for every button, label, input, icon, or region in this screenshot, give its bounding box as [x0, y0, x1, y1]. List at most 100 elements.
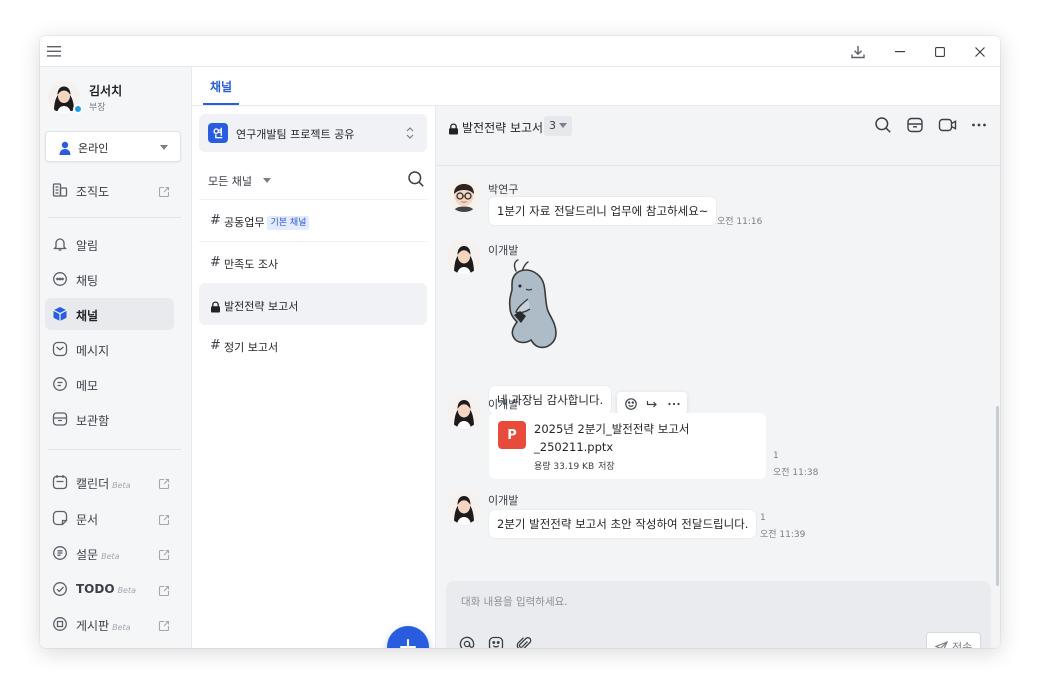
channel-name: 정기 보고서: [224, 341, 279, 354]
nav-label-calendar: 캘린더 Beta: [76, 475, 131, 492]
chat-bubble-icon: [52, 271, 68, 287]
channel-list-panel: 채널 연 연구개발팀 프로젝트 공유 모든 채널 # 공동업무 기본 채널 # 만…: [192, 67, 1000, 648]
more-options-icon[interactable]: [970, 116, 990, 136]
team-name: 연구개발팀 프로젝트 공유: [236, 128, 355, 141]
nav-item-alerts[interactable]: 알림: [45, 228, 174, 260]
survey-text: 설문: [76, 548, 99, 562]
cube-icon: [52, 306, 68, 322]
envelope-icon: [52, 341, 68, 357]
user-profile[interactable]: 김서치 부장: [46, 81, 186, 117]
title-bar: [40, 36, 1000, 67]
message-input-placeholder[interactable]: 대화 내용을 입력하세요.: [461, 594, 568, 609]
search-icon[interactable]: [407, 170, 425, 192]
lock-icon: [448, 120, 459, 139]
reply-arrow-icon[interactable]: [645, 396, 659, 410]
minimize-icon[interactable]: [890, 36, 910, 67]
avatar[interactable]: [447, 490, 481, 524]
attachment-paperclip-icon[interactable]: [516, 636, 532, 648]
beta-tag: Beta: [112, 623, 131, 632]
nav-item-todo[interactable]: TODO Beta: [45, 573, 174, 605]
nav-item-chat[interactable]: 채팅: [45, 263, 174, 295]
nav-label-board: 게시판 Beta: [76, 617, 131, 634]
external-link-icon: [158, 511, 171, 526]
todo-text: TODO: [76, 582, 115, 596]
tab-channel[interactable]: 채널: [203, 67, 241, 105]
nav-item-calendar[interactable]: 캘린더 Beta: [45, 466, 174, 498]
filter-dropdown[interactable]: 모든 채널: [208, 173, 252, 189]
channel-label: 공동업무 기본 채널: [224, 214, 310, 230]
avatar[interactable]: [447, 394, 481, 428]
chevron-down-icon: [559, 123, 567, 128]
member-count-button[interactable]: 3: [544, 116, 572, 136]
nav-label-todo: TODO Beta: [76, 582, 136, 596]
avatar[interactable]: [447, 240, 481, 274]
message-time: 오전 11:16: [717, 217, 763, 227]
channel-item-regular-report[interactable]: # 정기 보고서: [199, 325, 427, 367]
nav-item-memo[interactable]: 메모: [45, 368, 174, 400]
nav-item-board[interactable]: 게시판 Beta: [45, 608, 174, 640]
chat-panel: 발전전략 보고서 3 박연구 1분기 자료 전달드리니 업무에 참고하세요~ 오…: [435, 106, 1000, 648]
add-channel-button[interactable]: [387, 626, 429, 648]
channel-item-satisfaction-survey[interactable]: # 만족도 조사: [199, 241, 427, 283]
app-window: 김서치 부장 온라인 조직도 알림 채팅 채널 메시지 메모 보관함 캘린더 B…: [40, 36, 1000, 648]
chevron-down-icon[interactable]: [263, 178, 271, 183]
hamburger-menu-icon[interactable]: [46, 36, 62, 67]
unread-count: 1: [760, 513, 766, 523]
chat-header: 발전전략 보고서 3: [436, 106, 1000, 166]
file-meta: 용량 33.19 KB 저장: [534, 459, 615, 472]
memo-icon: [52, 376, 68, 392]
mention-icon[interactable]: [459, 636, 475, 648]
team-selector[interactable]: 연 연구개발팀 프로젝트 공유: [199, 114, 427, 152]
more-options-icon[interactable]: [667, 396, 681, 410]
status-label: 온라인: [78, 142, 109, 155]
bell-icon: [52, 236, 68, 252]
message-bubble[interactable]: 1분기 자료 전달드리니 업무에 참고하세요~: [489, 197, 717, 225]
close-icon[interactable]: [970, 36, 990, 67]
nav-item-message[interactable]: 메시지: [45, 333, 174, 365]
user-name: 김서치: [89, 84, 123, 98]
status-dropdown[interactable]: 온라인: [45, 131, 181, 162]
video-call-icon[interactable]: [938, 116, 958, 136]
nav-item-survey[interactable]: 설문 Beta: [45, 537, 174, 569]
document-icon: [52, 510, 68, 526]
hash-icon: #: [210, 213, 221, 228]
nav-label-message: 메시지: [76, 344, 110, 358]
nav-item-org-chart[interactable]: 조직도: [45, 174, 174, 206]
lock-icon: [210, 298, 221, 317]
up-down-chevron-icon: [406, 125, 414, 144]
nav-item-storage[interactable]: 보관함: [45, 403, 174, 435]
archive-icon[interactable]: [906, 116, 926, 136]
message-composer[interactable]: 대화 내용을 입력하세요. 전송: [446, 581, 991, 648]
chevron-down-icon: [160, 145, 168, 150]
save-file-link[interactable]: 저장: [598, 462, 615, 472]
nav-label-docs: 문서: [76, 513, 99, 527]
nav-item-channel[interactable]: 채널: [45, 298, 174, 330]
emoji-icon[interactable]: [488, 636, 504, 648]
channel-item-strategy-report[interactable]: 발전전략 보고서: [199, 283, 427, 325]
team-badge: 연: [208, 123, 228, 143]
nav-label-survey: 설문 Beta: [76, 546, 120, 563]
sender-name: 이개발: [488, 398, 519, 411]
download-icon[interactable]: [848, 36, 868, 67]
channel-name: 발전전략 보고서: [224, 300, 299, 313]
message-time: 오전 11:39: [760, 530, 806, 540]
scrollbar[interactable]: [996, 406, 999, 586]
whale-sticker-icon: [498, 259, 566, 357]
sender-name: 이개발: [488, 494, 519, 507]
left-sidebar: 김서치 부장 온라인 조직도 알림 채팅 채널 메시지 메모 보관함 캘린더 B…: [40, 67, 192, 648]
channel-item-common-work[interactable]: # 공동업무 기본 채널: [199, 199, 427, 241]
file-attachment-card[interactable]: P 2025년 2분기_발전전략 보고서 _250211.pptx 용량 33.…: [489, 413, 766, 479]
avatar[interactable]: [447, 178, 481, 212]
external-link-icon: [158, 475, 171, 490]
sender-name: 박연구: [488, 183, 519, 196]
search-icon[interactable]: [874, 116, 894, 136]
nav-item-docs[interactable]: 문서: [45, 502, 174, 534]
send-button[interactable]: 전송: [926, 632, 981, 648]
emoji-reaction-icon[interactable]: [624, 396, 638, 410]
maximize-icon[interactable]: [930, 36, 950, 67]
external-link-icon: [158, 617, 171, 632]
send-icon: [934, 639, 949, 648]
nav-label-alerts: 알림: [76, 239, 99, 253]
org-chart-icon: [52, 182, 68, 198]
message-bubble[interactable]: 2분기 발전전략 보고서 초안 작성하여 전달드립니다.: [489, 510, 757, 538]
